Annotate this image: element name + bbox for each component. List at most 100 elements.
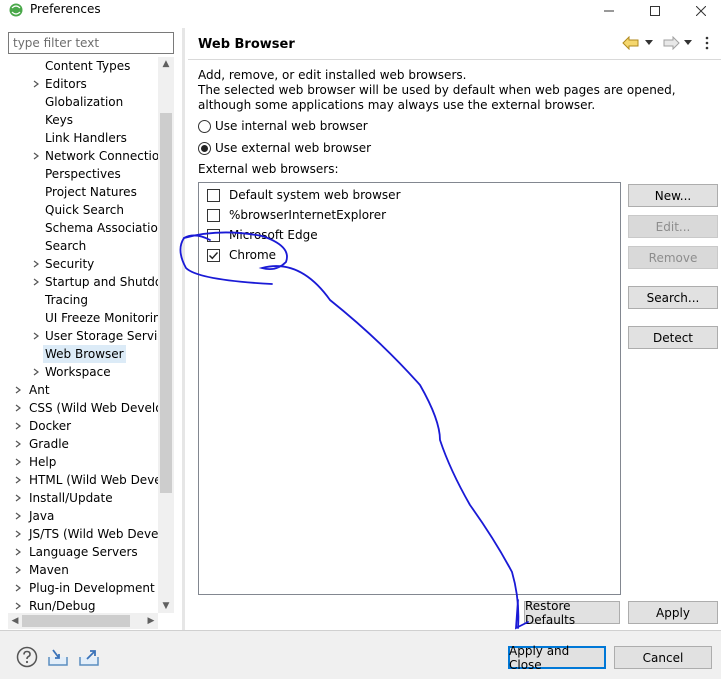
help-icon[interactable] bbox=[16, 646, 38, 668]
tree-item[interactable]: Schema Associations bbox=[8, 219, 158, 237]
chevron-right-icon[interactable] bbox=[30, 273, 42, 291]
import-icon[interactable] bbox=[47, 646, 69, 668]
tree-item[interactable]: Globalization bbox=[8, 93, 158, 111]
page-title: Web Browser bbox=[198, 37, 295, 52]
tree-item[interactable]: Install/Update bbox=[8, 489, 158, 507]
maximize-icon[interactable] bbox=[632, 0, 678, 21]
tree-item[interactable]: Web Browser bbox=[8, 345, 158, 363]
chevron-right-icon[interactable] bbox=[12, 543, 24, 561]
tree-horizontal-scrollbar[interactable]: ◀ ▶ bbox=[8, 613, 158, 629]
chevron-right-icon[interactable] bbox=[12, 597, 24, 613]
scroll-right-icon[interactable]: ▶ bbox=[144, 613, 158, 629]
tree-item[interactable]: Perspectives bbox=[8, 165, 158, 183]
apply-button[interactable]: Apply bbox=[628, 601, 718, 624]
chevron-right-icon[interactable] bbox=[12, 435, 24, 453]
browser-row[interactable]: Microsoft Edge bbox=[207, 226, 318, 244]
chevron-down-icon[interactable] bbox=[684, 35, 692, 51]
external-browser-list[interactable]: Default system web browser %browserInter… bbox=[198, 182, 621, 595]
tree-item[interactable]: UI Freeze Monitoring bbox=[8, 309, 158, 327]
chevron-right-icon[interactable] bbox=[12, 489, 24, 507]
tree-item[interactable]: Security bbox=[8, 255, 158, 273]
chevron-right-icon[interactable] bbox=[30, 327, 42, 345]
chevron-right-icon[interactable] bbox=[12, 381, 24, 399]
browser-row[interactable]: Chrome bbox=[207, 246, 276, 264]
view-menu-icon[interactable] bbox=[704, 35, 710, 51]
tree-item[interactable]: Startup and Shutdown bbox=[8, 273, 158, 291]
arrow-right-icon[interactable] bbox=[662, 35, 680, 51]
chevron-right-icon[interactable] bbox=[12, 399, 24, 417]
tree-item-label: JS/TS (Wild Web Developer) bbox=[29, 527, 158, 541]
chevron-right-icon[interactable] bbox=[12, 579, 24, 597]
browser-row[interactable]: Default system web browser bbox=[207, 186, 401, 204]
chevron-right-icon[interactable] bbox=[12, 453, 24, 471]
tree-item[interactable]: Plug-in Development bbox=[8, 579, 158, 597]
tree-item[interactable]: Search bbox=[8, 237, 158, 255]
edit-button[interactable]: Edit... bbox=[628, 215, 718, 238]
chevron-right-icon[interactable] bbox=[12, 561, 24, 579]
scrollbar-thumb[interactable] bbox=[22, 615, 130, 627]
chevron-right-icon[interactable] bbox=[30, 75, 42, 93]
tree-item[interactable]: Content Types bbox=[8, 57, 158, 75]
tree-item[interactable]: Link Handlers bbox=[8, 129, 158, 147]
detect-button[interactable]: Detect bbox=[628, 326, 718, 349]
chevron-right-icon[interactable] bbox=[12, 507, 24, 525]
tree-item[interactable]: Run/Debug bbox=[8, 597, 158, 613]
scroll-up-icon[interactable]: ▲ bbox=[158, 57, 174, 71]
pane-sash[interactable] bbox=[182, 28, 185, 630]
tree-item[interactable]: Workspace bbox=[8, 363, 158, 381]
scrollbar-thumb[interactable] bbox=[160, 113, 172, 493]
arrow-left-icon[interactable] bbox=[622, 35, 640, 51]
tree-item[interactable]: User Storage Service bbox=[8, 327, 158, 345]
chevron-right-icon[interactable] bbox=[30, 255, 42, 273]
tree-item[interactable]: Project Natures bbox=[8, 183, 158, 201]
tree-item[interactable]: JS/TS (Wild Web Developer) bbox=[8, 525, 158, 543]
filter-input[interactable] bbox=[8, 32, 174, 54]
tree-item[interactable]: Language Servers bbox=[8, 543, 158, 561]
chevron-right-icon[interactable] bbox=[12, 471, 24, 489]
scroll-down-icon[interactable]: ▼ bbox=[158, 599, 174, 613]
preference-tree[interactable]: Content Types Editors Globalization Keys Lin… bbox=[8, 57, 174, 629]
tree-viewport: Content Types Editors Globalization Keys Lin… bbox=[8, 57, 158, 613]
description-line-1: Add, remove, or edit installed web brows… bbox=[198, 68, 467, 82]
tree-item[interactable]: Java bbox=[8, 507, 158, 525]
chevron-right-icon[interactable] bbox=[30, 363, 42, 381]
tree-item[interactable]: Ant bbox=[8, 381, 158, 399]
tree-item[interactable]: Docker bbox=[8, 417, 158, 435]
tree-item-label: HTML (Wild Web Developer) bbox=[29, 473, 158, 487]
export-icon[interactable] bbox=[78, 646, 100, 668]
restore-defaults-button[interactable]: Restore Defaults bbox=[524, 599, 620, 627]
tree-item-label: User Storage Service bbox=[45, 329, 158, 343]
apply-and-close-button[interactable]: Apply and Close bbox=[508, 644, 606, 672]
radio-external-browser[interactable]: Use external web browser bbox=[198, 139, 371, 157]
chevron-down-icon[interactable] bbox=[645, 35, 653, 51]
tree-item[interactable]: Keys bbox=[8, 111, 158, 129]
tree-item[interactable]: Help bbox=[8, 453, 158, 471]
tree-vertical-scrollbar[interactable]: ▲ ▼ bbox=[158, 57, 174, 613]
tree-item[interactable]: Network Connections bbox=[8, 147, 158, 165]
chevron-right-icon[interactable] bbox=[12, 525, 24, 543]
tree-item[interactable]: Tracing bbox=[8, 291, 158, 309]
chevron-right-icon[interactable] bbox=[30, 147, 42, 165]
tree-item[interactable]: CSS (Wild Web Developer) bbox=[8, 399, 158, 417]
tree-item[interactable]: Maven bbox=[8, 561, 158, 579]
browser-row[interactable]: %browserInternetExplorer bbox=[207, 206, 386, 224]
radio-button[interactable] bbox=[198, 119, 211, 133]
tree-item[interactable]: Editors bbox=[8, 75, 158, 93]
radio-button[interactable] bbox=[198, 141, 211, 155]
tree-item[interactable]: Quick Search bbox=[8, 201, 158, 219]
radio-internal-browser[interactable]: Use internal web browser bbox=[198, 117, 368, 135]
close-icon[interactable] bbox=[678, 0, 721, 21]
chevron-right-icon[interactable] bbox=[12, 417, 24, 435]
tree-item[interactable]: Gradle bbox=[8, 435, 158, 453]
checkbox[interactable] bbox=[207, 208, 220, 222]
scroll-left-icon[interactable]: ◀ bbox=[8, 613, 22, 629]
new-button[interactable]: New... bbox=[628, 184, 718, 207]
cancel-button[interactable]: Cancel bbox=[614, 646, 712, 669]
remove-button[interactable]: Remove bbox=[628, 246, 718, 269]
checkbox[interactable] bbox=[207, 228, 220, 242]
minimize-icon[interactable] bbox=[586, 0, 632, 21]
search-button[interactable]: Search... bbox=[628, 286, 718, 309]
checkbox[interactable] bbox=[207, 188, 220, 202]
checkbox-checked[interactable] bbox=[207, 248, 220, 262]
tree-item[interactable]: HTML (Wild Web Developer) bbox=[8, 471, 158, 489]
